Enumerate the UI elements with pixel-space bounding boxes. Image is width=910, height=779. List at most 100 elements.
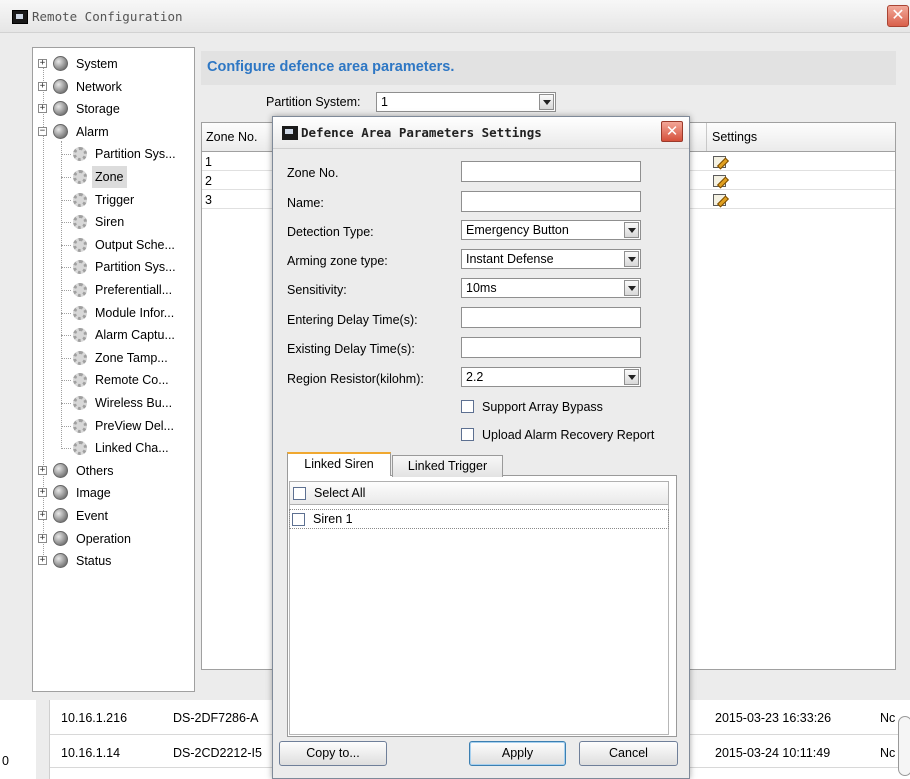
select-all-label[interactable]: Select All	[314, 486, 365, 500]
siren-1-label[interactable]: Siren 1	[313, 512, 353, 526]
tree-connector	[61, 358, 71, 359]
tree-connector	[61, 403, 71, 404]
window-close-button[interactable]: ✕	[887, 5, 909, 27]
gear-icon	[73, 396, 87, 410]
expand-icon[interactable]: +	[38, 59, 47, 68]
window-title: Remote Configuration	[32, 9, 183, 24]
region-resistor-label: Region Resistor(kilohm):	[287, 372, 424, 386]
partition-system-value: 1	[381, 95, 388, 109]
detection-type-select[interactable]: Emergency Button	[461, 220, 641, 240]
globe-icon	[53, 553, 68, 568]
collapse-icon[interactable]: −	[38, 127, 47, 136]
tree-connector	[61, 426, 71, 427]
tree-item-label: Others	[76, 464, 114, 478]
column-divider	[706, 123, 707, 151]
globe-icon	[53, 508, 68, 523]
gear-icon	[73, 193, 87, 207]
chevron-down-icon[interactable]	[624, 222, 639, 238]
tree-item-label: Zone Tamp...	[95, 351, 168, 365]
tree-connector	[61, 222, 71, 223]
device-status: Nc	[880, 711, 896, 725]
copy-to-button[interactable]: Copy to...	[279, 741, 387, 766]
gear-icon	[73, 306, 87, 320]
chevron-down-icon[interactable]	[624, 251, 639, 267]
cancel-button[interactable]: Cancel	[579, 741, 678, 766]
select-all-checkbox[interactable]	[293, 487, 306, 500]
upload-alarm-recovery-checkbox[interactable]	[461, 428, 474, 441]
expand-icon[interactable]: +	[38, 82, 47, 91]
tree-item-label: Output Sche...	[95, 238, 175, 252]
expand-icon[interactable]: +	[38, 556, 47, 565]
support-array-bypass-label[interactable]: Support Array Bypass	[482, 400, 603, 414]
globe-icon	[53, 56, 68, 71]
sensitivity-value: 10ms	[466, 281, 497, 295]
sensitivity-select[interactable]: 10ms	[461, 278, 641, 298]
tree-connector	[43, 62, 44, 559]
tree-item-label: Trigger	[95, 193, 135, 207]
tree-connector	[61, 177, 71, 178]
tree-connector	[61, 267, 71, 268]
expand-icon[interactable]: +	[38, 488, 47, 497]
edit-icon[interactable]	[713, 175, 726, 187]
globe-icon	[53, 79, 68, 94]
expand-icon[interactable]: +	[38, 104, 47, 113]
gear-icon	[73, 351, 87, 365]
name-label: Name:	[287, 196, 324, 210]
chevron-down-icon[interactable]	[539, 94, 554, 110]
column-header-settings[interactable]: Settings	[712, 130, 757, 144]
name-field[interactable]	[461, 191, 641, 212]
tree-item-label: Zone	[92, 166, 127, 188]
apply-button[interactable]: Apply	[469, 741, 566, 766]
tree-connector	[61, 154, 71, 155]
gear-icon	[73, 283, 87, 297]
page-title: Configure defence area parameters.	[207, 59, 455, 75]
tab-linked-trigger[interactable]: Linked Trigger	[392, 455, 503, 477]
device-model: DS-2CD2212-I5	[173, 746, 262, 760]
edit-icon[interactable]	[713, 156, 726, 168]
dialog-app-icon	[282, 126, 298, 140]
tab-linked-siren[interactable]: Linked Siren	[287, 452, 391, 476]
detection-type-value: Emergency Button	[466, 223, 569, 237]
partition-system-label: Partition System:	[266, 95, 361, 109]
zone-number: 1	[205, 155, 212, 169]
upload-alarm-recovery-label[interactable]: Upload Alarm Recovery Report	[482, 428, 654, 442]
zone-no-label: Zone No.	[287, 166, 339, 180]
arming-zone-type-select[interactable]: Instant Defense	[461, 249, 641, 269]
tree-item-label: Event	[76, 509, 108, 523]
support-array-bypass-checkbox[interactable]	[461, 400, 474, 413]
expand-icon[interactable]: +	[38, 534, 47, 543]
tree-item-label: Alarm Captu...	[95, 328, 175, 342]
arming-zone-type-value: Instant Defense	[466, 252, 554, 266]
globe-icon	[53, 124, 68, 139]
expand-icon[interactable]: +	[38, 466, 47, 475]
tree-item-label: Partition Sys...	[95, 147, 176, 161]
partition-system-select[interactable]: 1	[376, 92, 556, 112]
app-icon	[12, 10, 28, 24]
tree-connector	[61, 141, 62, 449]
chevron-down-icon[interactable]	[624, 369, 639, 385]
siren-1-checkbox[interactable]	[292, 513, 305, 526]
expand-icon[interactable]: +	[38, 511, 47, 520]
tree-item-label: Preferentiall...	[95, 283, 173, 297]
gear-icon	[73, 238, 87, 252]
existing-delay-field[interactable]	[461, 337, 641, 358]
entering-delay-field[interactable]	[461, 307, 641, 328]
region-resistor-value: 2.2	[466, 370, 484, 384]
scrollbar[interactable]	[898, 716, 910, 776]
tree-item-label: Operation	[76, 532, 131, 546]
tree-connector	[61, 313, 71, 314]
arming-zone-type-label: Arming zone type:	[287, 254, 388, 268]
zone-no-field[interactable]	[461, 161, 641, 182]
column-header-zone-no[interactable]: Zone No.	[206, 130, 257, 144]
detection-type-label: Detection Type:	[287, 225, 374, 239]
tree-item-label: Module Infor...	[95, 306, 175, 320]
region-resistor-select[interactable]: 2.2	[461, 367, 641, 387]
dialog-close-button[interactable]: ✕	[661, 121, 683, 142]
gear-icon	[73, 215, 87, 229]
edit-icon[interactable]	[713, 194, 726, 206]
gear-icon	[73, 373, 87, 387]
zone-number: 2	[205, 174, 212, 188]
globe-icon	[53, 101, 68, 116]
tree-connector	[61, 380, 71, 381]
chevron-down-icon[interactable]	[624, 280, 639, 296]
